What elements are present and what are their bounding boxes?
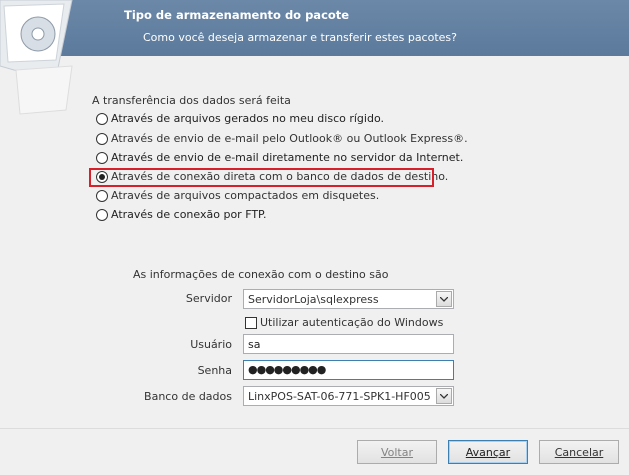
database-combo[interactable]: LinxPOS-SAT-06-771-SPK1-HF005: [243, 386, 454, 406]
database-value: LinxPOS-SAT-06-771-SPK1-HF005: [248, 389, 431, 403]
back-button-label: Voltar: [380, 445, 414, 459]
radio-floppy-files[interactable]: [96, 189, 108, 202]
option-label: Através de envio de e-mail diretamente n…: [111, 151, 464, 164]
wizard-footer: [0, 429, 629, 475]
database-label: Banco de dados: [144, 390, 232, 403]
option-label: Através de arquivos gerados no meu disco…: [111, 112, 384, 125]
radio-outlook-email[interactable]: [96, 132, 108, 145]
option-floppy-files[interactable]: Através de arquivos compactados em disqu…: [96, 187, 379, 204]
package-disc-icon: [0, 0, 73, 115]
cancel-button-label: Cancelar: [554, 445, 604, 459]
windows-auth-option[interactable]: Utilizar autenticação do Windows: [245, 316, 443, 329]
option-ftp[interactable]: Através de conexão por FTP.: [96, 206, 266, 223]
wizard-header: Tipo de armazenamento do pacote Como voc…: [0, 0, 629, 56]
server-label: Servidor: [185, 292, 232, 305]
password-label: Senha: [197, 364, 232, 377]
radio-ftp[interactable]: [96, 208, 108, 221]
header-title: Tipo de armazenamento do pacote: [124, 8, 350, 22]
back-button[interactable]: Voltar: [357, 440, 437, 464]
windows-auth-label: Utilizar autenticação do Windows: [260, 316, 444, 329]
option-outlook-email[interactable]: Através de envio de e-mail pelo Outlook®…: [96, 130, 468, 147]
windows-auth-checkbox[interactable]: [245, 316, 257, 329]
next-button-label: Avançar: [465, 445, 511, 459]
option-label: Através de conexão por FTP.: [111, 208, 267, 221]
next-button[interactable]: Avançar: [448, 440, 528, 464]
option-label: Através de envio de e-mail pelo Outlook®…: [111, 132, 468, 145]
cancel-button[interactable]: Cancelar: [539, 440, 619, 464]
option-internet-email[interactable]: Através de envio de e-mail diretamente n…: [96, 149, 463, 166]
user-label: Usuário: [190, 338, 232, 351]
option-disk-files[interactable]: Através de arquivos gerados no meu disco…: [96, 110, 384, 127]
radio-disk-files[interactable]: [96, 112, 108, 125]
transfer-section-label: A transferência dos dados será feita: [92, 94, 291, 107]
header-subtitle: Como você deseja armazenar e transferir …: [143, 31, 457, 44]
user-input[interactable]: [243, 334, 454, 354]
server-value: ServidorLoja\sqlexpress: [248, 292, 379, 306]
selection-highlight-box: [89, 168, 434, 187]
connection-section-label: As informações de conexão com o destino …: [133, 268, 389, 281]
chevron-down-icon[interactable]: [436, 388, 452, 404]
option-label: Através de arquivos compactados em disqu…: [111, 189, 380, 202]
radio-internet-email[interactable]: [96, 151, 108, 164]
password-input[interactable]: ●●●●●●●●●: [243, 360, 454, 380]
server-combo[interactable]: ServidorLoja\sqlexpress: [243, 289, 454, 309]
chevron-down-icon[interactable]: [436, 291, 452, 307]
